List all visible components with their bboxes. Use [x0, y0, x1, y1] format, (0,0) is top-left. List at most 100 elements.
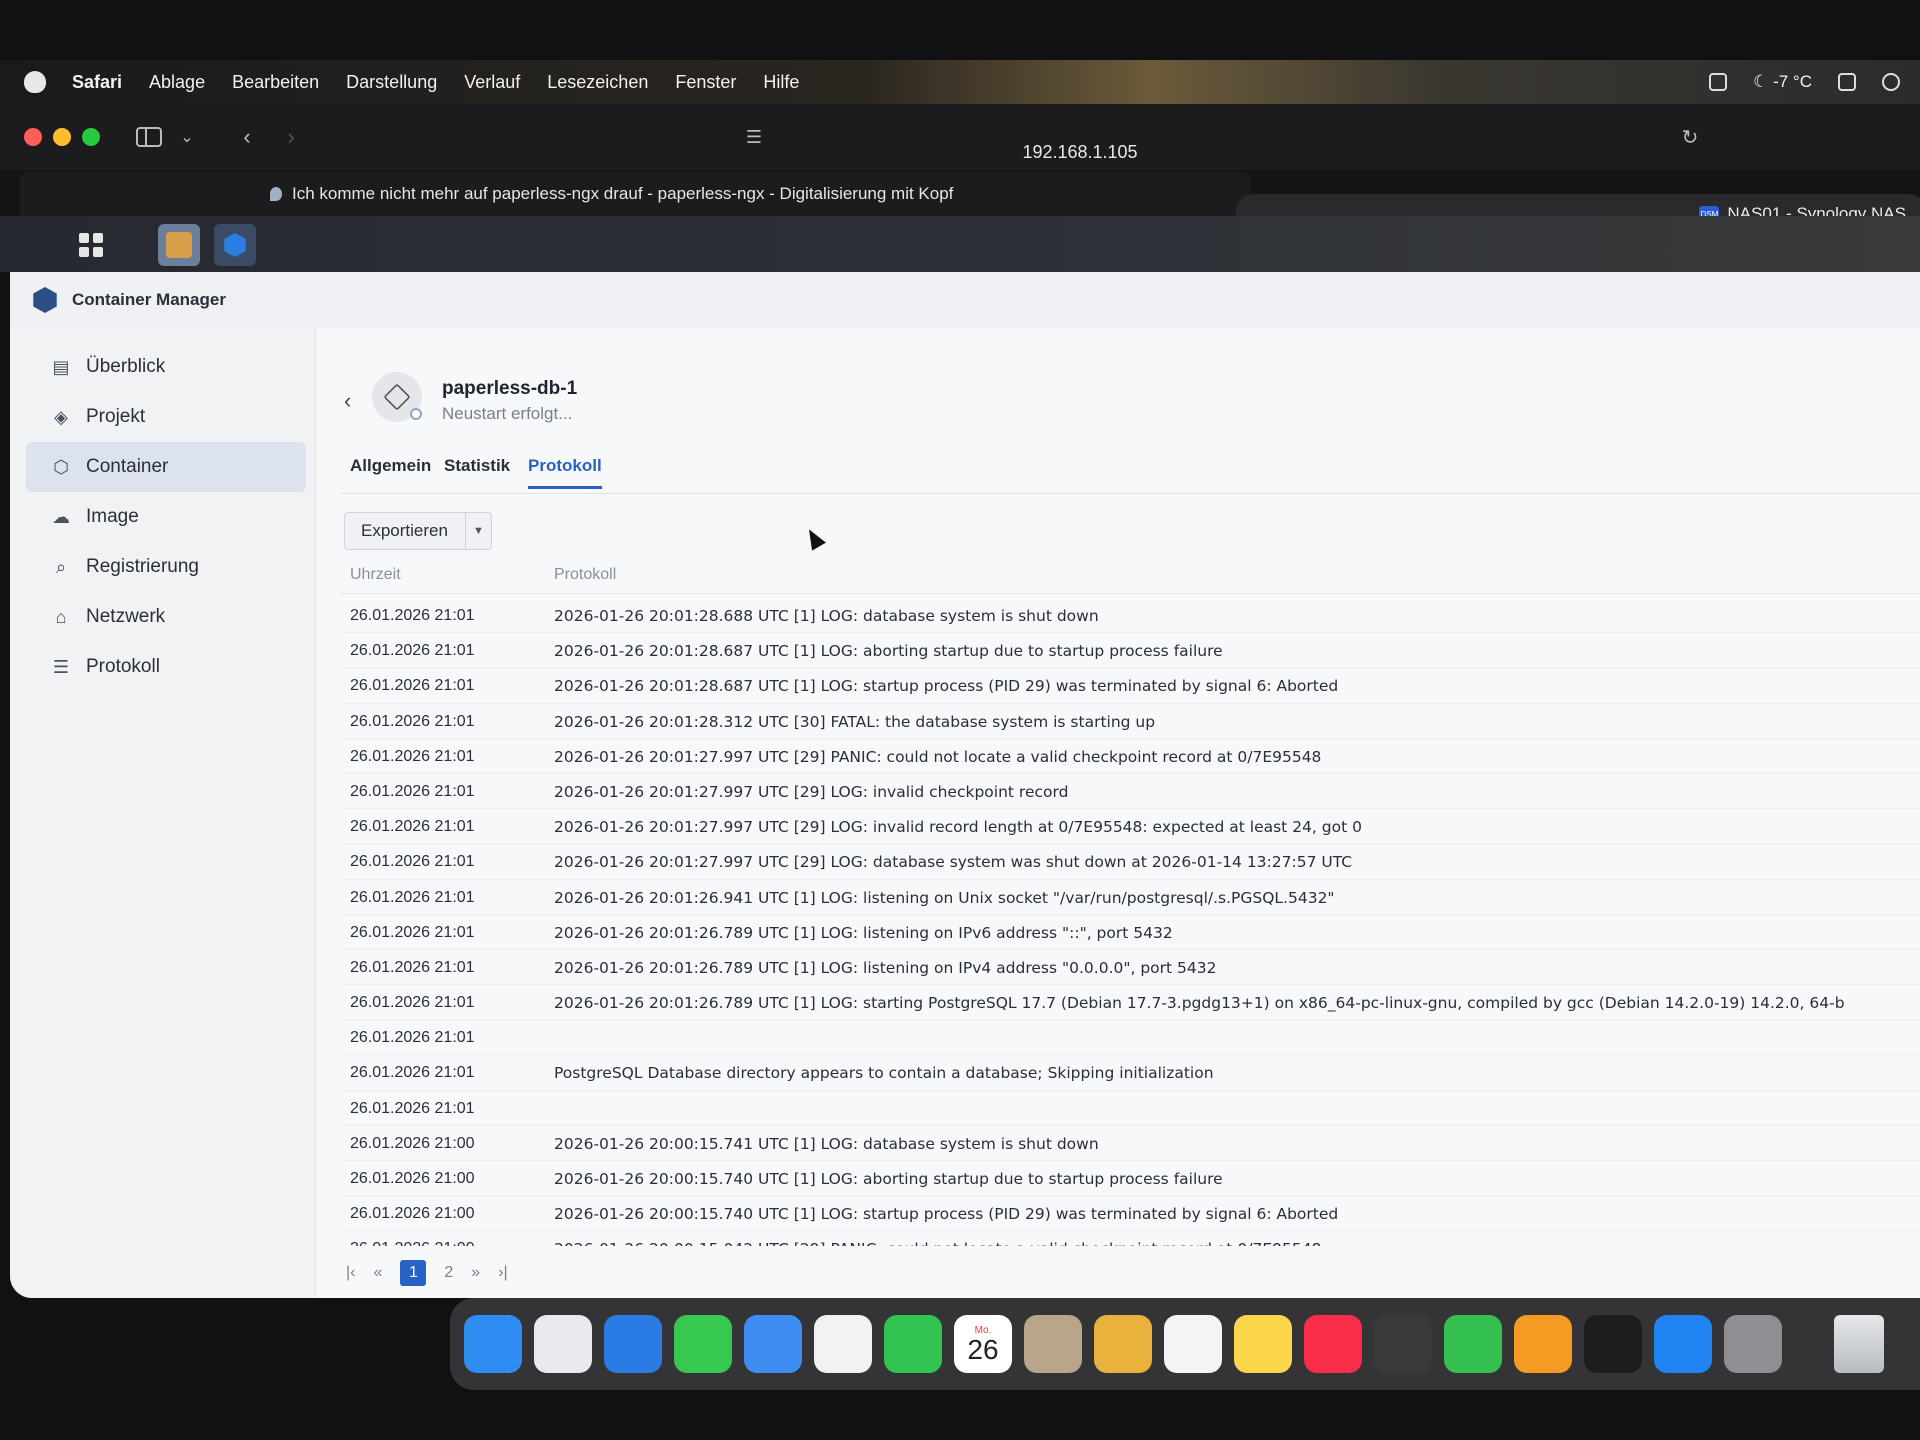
page-2-button[interactable]: 2 [444, 1264, 453, 1282]
close-window-button[interactable] [24, 128, 42, 146]
facetime-icon[interactable] [884, 1315, 942, 1373]
table-row[interactable]: 26.01.2026 21:01 2026-01-26 20:01:26.789 … [340, 985, 1920, 1021]
tab-log[interactable]: Protokoll [528, 456, 602, 489]
log-message-cell: 2026-01-26 20:00:15.740 UTC [1] LOG: abo… [554, 1170, 1223, 1188]
forward-arrow-icon[interactable]: › [276, 118, 306, 156]
table-row[interactable]: 26.01.2026 21:01 2026-01-26 20:01:28.688 … [340, 598, 1920, 634]
dsm-container-manager-icon[interactable] [214, 224, 256, 266]
back-chevron-icon[interactable]: ‹ [344, 388, 351, 414]
sidebar-item-project[interactable]: ◈ Projekt [26, 392, 306, 442]
log-time-cell: 26.01.2026 21:01 [350, 1064, 475, 1082]
next-page-button[interactable]: » [471, 1264, 480, 1282]
dropdown-arrow-icon[interactable]: ▼ [465, 513, 491, 549]
network-icon: ⌂ [55, 606, 67, 627]
table-row[interactable]: 26.01.2026 21:01 2026-01-26 20:01:28.687 … [340, 633, 1920, 669]
time-machine-icon[interactable] [1882, 73, 1900, 91]
dsm-main-menu-icon[interactable] [70, 224, 112, 266]
photo-booth-icon[interactable] [1374, 1315, 1432, 1373]
apple-icon[interactable] [24, 71, 46, 93]
table-row[interactable]: 26.01.2026 21:01 2026-01-26 20:01:26.789 … [340, 915, 1920, 950]
app-store-icon[interactable] [1654, 1315, 1712, 1373]
sidebar-item-label: Überblick [86, 356, 166, 377]
current-page[interactable]: 1 [400, 1260, 427, 1286]
sidebar-item-container[interactable]: ⬡ Container [26, 442, 306, 492]
trash-icon[interactable] [1834, 1315, 1884, 1373]
tab-general[interactable]: Allgemein [350, 456, 431, 486]
column-header-time[interactable]: Uhrzeit [350, 566, 401, 584]
log-time-cell: 26.01.2026 21:01 [350, 818, 475, 836]
first-page-button[interactable]: |‹ [346, 1264, 355, 1282]
shield-icon[interactable] [1838, 73, 1856, 91]
table-row[interactable]: 26.01.2026 21:01 2026-01-26 20:01:27.997 … [340, 809, 1920, 845]
table-row[interactable]: 26.01.2026 21:01 2026-01-26 20:01:27.997 … [340, 774, 1920, 810]
table-row[interactable]: 26.01.2026 21:01 2026-01-26 20:01:26.789 … [340, 950, 1920, 986]
reminders-icon[interactable] [1164, 1315, 1222, 1373]
sidebar: ▤ Überblick ◈ Projekt ⬡ Container ☁ Imag… [10, 328, 316, 1298]
mail-icon[interactable] [744, 1315, 802, 1373]
table-row[interactable]: 26.01.2026 21:01 [340, 1020, 1920, 1056]
calendar-icon[interactable]: Mo. 26 [954, 1315, 1012, 1373]
photos-icon[interactable] [814, 1315, 872, 1373]
menu-app-name[interactable]: Safari [72, 72, 122, 93]
log-time-cell: 26.01.2026 21:01 [350, 888, 475, 906]
page-menu-icon[interactable]: ☰ [740, 118, 768, 156]
fullscreen-window-button[interactable] [82, 128, 100, 146]
browser-tab-active[interactable]: Ich komme nicht mehr auf paperless-ngx d… [20, 172, 1250, 216]
menu-hilfe[interactable]: Hilfe [763, 72, 799, 93]
table-row[interactable]: 26.01.2026 21:01 2026-01-26 20:01:28.312 … [340, 704, 1920, 739]
minimize-window-button[interactable] [53, 128, 71, 146]
table-row[interactable]: 26.01.2026 21:00 2026-01-26 20:00:15.740 … [340, 1161, 1920, 1197]
column-header-log[interactable]: Protokoll [554, 566, 616, 584]
weather-status[interactable]: ☾ -7 °C [1753, 72, 1812, 92]
log-time-cell: 26.01.2026 21:01 [350, 607, 475, 624]
dsm-package-center-icon[interactable] [158, 224, 200, 266]
sidebar-item-image[interactable]: ☁ Image [26, 492, 306, 542]
finder-icon[interactable] [464, 1315, 522, 1373]
sidebar-item-registry[interactable]: ⌕ Registrierung [26, 542, 306, 592]
launchpad-icon[interactable] [534, 1315, 592, 1373]
table-row[interactable]: 26.01.2026 21:01 PostgreSQL Database dire… [340, 1055, 1920, 1091]
back-arrow-icon[interactable]: ‹ [232, 118, 262, 156]
prev-page-button[interactable]: « [373, 1264, 382, 1282]
status-tray-icon[interactable] [1709, 73, 1728, 91]
dsm-taskbar [0, 216, 1920, 272]
numbers-icon[interactable] [1444, 1315, 1502, 1373]
macos-menu-bar: Safari Ablage Bearbeiten Darstellung Ver… [0, 60, 1920, 104]
table-row[interactable]: 26.01.2026 21:01 2026-01-26 20:01:26.941 … [340, 880, 1920, 915]
table-row[interactable]: 26.01.2026 21:01 2026-01-26 20:01:28.687 … [340, 668, 1920, 704]
messages-icon[interactable] [674, 1315, 732, 1373]
log-message-cell: 2026-01-26 20:00:15.740 UTC [1] LOG: sta… [554, 1205, 1339, 1224]
log-message-cell: 2026-01-26 20:01:27.997 UTC [29] LOG: in… [554, 818, 1362, 837]
container-manager-logo-icon [33, 287, 57, 313]
menu-bearbeiten[interactable]: Bearbeiten [232, 72, 319, 93]
reload-icon[interactable]: ↻ [1676, 118, 1704, 156]
system-settings-icon[interactable] [1724, 1315, 1782, 1373]
address-bar[interactable]: 192.168.1.105 [1022, 142, 1137, 163]
last-page-button[interactable]: ›| [498, 1264, 507, 1282]
sidebar-item-log[interactable]: ☰ Protokoll [26, 642, 306, 692]
table-row[interactable]: 26.01.2026 21:01 2026-01-26 20:01:27.997 … [340, 844, 1920, 880]
export-button[interactable]: Exportieren ▼ [344, 512, 492, 550]
table-row[interactable]: 26.01.2026 21:00 2026-01-26 20:00:15.042 … [340, 1231, 1920, 1246]
table-row[interactable]: 26.01.2026 21:00 2026-01-26 20:00:15.741 … [340, 1126, 1920, 1161]
pages-icon[interactable] [1514, 1315, 1572, 1373]
tab-statistics[interactable]: Statistik [444, 456, 510, 486]
sidebar-item-overview[interactable]: ▤ Überblick [26, 342, 306, 392]
menu-verlauf[interactable]: Verlauf [464, 72, 520, 93]
security-app-icon[interactable] [1584, 1315, 1642, 1373]
sidebar-item-network[interactable]: ⌂ Netzwerk [26, 592, 306, 642]
menu-ablage[interactable]: Ablage [149, 72, 205, 93]
safari-icon[interactable] [604, 1315, 662, 1373]
menu-lesezeichen[interactable]: Lesezeichen [547, 72, 648, 93]
table-row[interactable]: 26.01.2026 21:00 2026-01-26 20:00:15.740 … [340, 1196, 1920, 1232]
menu-darstellung[interactable]: Darstellung [346, 72, 437, 93]
music-icon[interactable] [1304, 1315, 1362, 1373]
menu-fenster[interactable]: Fenster [675, 72, 736, 93]
contacts-icon[interactable] [1024, 1315, 1082, 1373]
reminders-folder-icon[interactable] [1094, 1315, 1152, 1373]
notes-icon[interactable] [1234, 1315, 1292, 1373]
chevron-down-icon[interactable]: ⌄ [176, 118, 198, 156]
table-row[interactable]: 26.01.2026 21:01 [340, 1091, 1920, 1126]
sidebar-toggle-icon[interactable] [134, 118, 164, 156]
table-row[interactable]: 26.01.2026 21:01 2026-01-26 20:01:27.997 … [340, 739, 1920, 774]
